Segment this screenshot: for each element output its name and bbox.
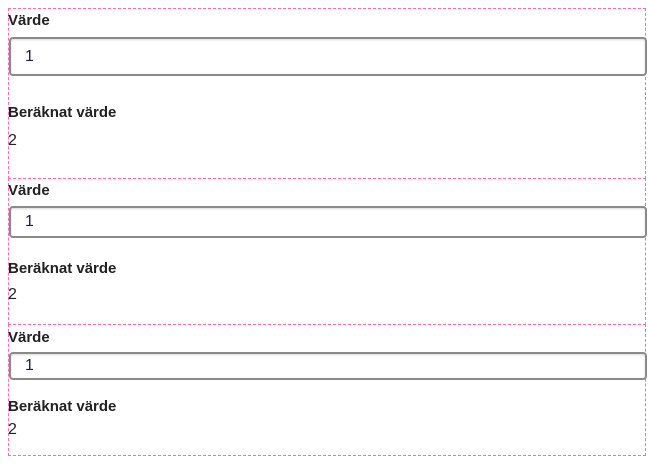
section-3 xyxy=(8,324,646,456)
value-input[interactable] xyxy=(9,352,647,380)
section-2 xyxy=(8,178,646,325)
computed-value-label: Beräknat värde xyxy=(8,398,117,415)
value-input[interactable] xyxy=(9,206,647,238)
value-input[interactable] xyxy=(9,37,647,76)
value-label: Värde xyxy=(8,329,50,346)
computed-value: 2 xyxy=(8,421,17,438)
value-label: Värde xyxy=(8,12,50,29)
section-1 xyxy=(8,8,646,179)
computed-value: 2 xyxy=(8,132,17,149)
computed-value-label: Beräknat värde xyxy=(8,260,117,277)
computed-value: 2 xyxy=(8,286,17,303)
value-label: Värde xyxy=(8,182,50,199)
computed-value-label: Beräknat värde xyxy=(8,104,117,121)
